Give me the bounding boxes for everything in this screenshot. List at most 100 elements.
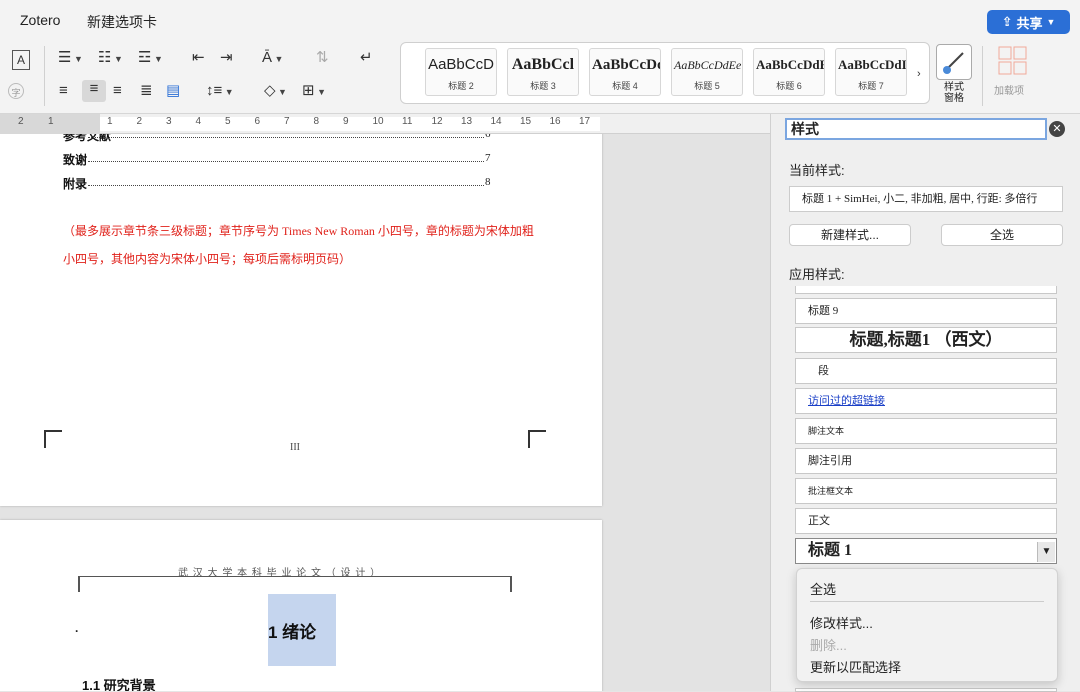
style-label: 标题 5 xyxy=(694,81,720,91)
ruler-tick: 11 xyxy=(402,116,413,127)
addins-label: 加载项 xyxy=(994,86,1024,97)
ruler-tick: 2 xyxy=(136,116,143,127)
tab-zotero[interactable]: Zotero xyxy=(20,12,60,28)
shading-icon[interactable]: ◇ ▼ xyxy=(264,82,287,101)
style-preview: AaBbCcDdE xyxy=(756,57,824,72)
ruler-tick: 1 xyxy=(48,116,54,127)
style-item[interactable]: 正文 xyxy=(795,508,1057,534)
style-preview: AaBbCcDdI xyxy=(838,57,906,72)
ruler-tick: 13 xyxy=(461,116,473,127)
style-label: 标题 6 xyxy=(776,81,802,91)
toc-title: 附录 xyxy=(63,177,88,191)
gallery-style-7[interactable]: AaBbCcDdI 标题 7 xyxy=(835,48,907,96)
ruler-tick: 16 xyxy=(549,116,561,127)
menu-item-update-to-match[interactable]: 更新以匹配选择 xyxy=(810,657,901,676)
style-item[interactable]: 批注框文本 xyxy=(795,478,1057,504)
gallery-style-5[interactable]: AaBbCcDdEe 标题 5 xyxy=(671,48,743,96)
style-item[interactable]: 标题 9 xyxy=(795,298,1057,324)
tab-new-tab[interactable]: 新建选项卡 xyxy=(87,12,157,32)
style-preview: AaBbCcl xyxy=(511,56,575,73)
style-label: 标题 3 xyxy=(530,81,556,91)
multilevel-list-icon[interactable]: ☲ ▼ xyxy=(138,49,163,68)
gallery-style-3[interactable]: AaBbCcl 标题 3 xyxy=(507,48,579,96)
document-area: 参考文献 6 致谢 7 附录 8 （最多展示章节条三级标题；章节序号为 Times New… xyxy=(0,134,770,691)
ruler-tick: 3 xyxy=(166,116,172,127)
sort-icon[interactable]: ⇅ xyxy=(316,49,329,67)
style-item[interactable]: 访问过的超链接 xyxy=(795,388,1057,414)
align-right-icon[interactable]: ≡ xyxy=(113,82,122,100)
distributed-icon[interactable]: ▤ xyxy=(166,82,180,100)
brush-icon xyxy=(943,52,964,74)
ruler-tick: 17 xyxy=(579,116,591,127)
style-preview: AaBbCcDdEe xyxy=(674,58,742,72)
current-style-label: 当前样式: xyxy=(789,163,845,178)
toc-page: 8 xyxy=(485,176,491,188)
ruler-tick: 7 xyxy=(284,116,290,127)
justify-icon[interactable]: ≣ xyxy=(140,82,153,100)
phonetic-guide-icon[interactable]: 字 xyxy=(8,83,24,99)
style-item[interactable]: 标题,标题1 （西文） xyxy=(795,327,1057,353)
chevron-down-icon[interactable]: ▼ xyxy=(1037,542,1055,562)
page-number: III xyxy=(290,442,300,453)
styles-pane-button[interactable] xyxy=(936,44,972,80)
chapter-heading[interactable]: 1 绪论 xyxy=(268,618,316,643)
style-item[interactable]: 脚注引用 xyxy=(795,448,1057,474)
context-menu: 全选 修改样式... 删除... 更新以匹配选择 xyxy=(796,568,1058,682)
share-button[interactable]: ⇪ 共享 ▼ xyxy=(987,10,1070,34)
toc-page: 6 xyxy=(485,134,491,140)
crop-mark xyxy=(528,430,546,448)
close-icon[interactable]: ✕ xyxy=(1049,121,1065,137)
toc-title: 致谢 xyxy=(63,153,88,167)
select-all-button[interactable]: 全选 xyxy=(941,224,1063,246)
ruler-tick: 8 xyxy=(313,116,320,127)
ruler-tick: 2 xyxy=(18,116,24,127)
title-bar: Zotero 新建选项卡 ⇪ 共享 ▼ xyxy=(0,0,1080,40)
style-item[interactable]: 脚注文本 xyxy=(795,418,1057,444)
toc-page: 7 xyxy=(485,152,491,164)
style-preview: AaBbCcDd xyxy=(592,57,660,73)
gallery-style-6[interactable]: AaBbCcDdE 标题 6 xyxy=(753,48,825,96)
line-spacing-icon[interactable]: ↕≡ ▼ xyxy=(206,82,234,101)
increase-indent-icon[interactable]: ⇥ xyxy=(220,49,233,67)
ruler-tick: 15 xyxy=(520,116,532,127)
ruler-tick: 12 xyxy=(431,116,443,127)
share-icon: ⇪ xyxy=(1001,14,1013,29)
ruler-tick: 9 xyxy=(343,116,349,127)
bullet-list-icon[interactable]: ☰ ▼ xyxy=(58,49,83,68)
toc-note: （最多展示章节条三级标题；章节序号为 Times New Roman 小四号，章… xyxy=(63,224,534,266)
style-gallery: AaBbCcD 标题 2 AaBbCcl 标题 3 AaBbCcDd 标题 4 AaBbCc… xyxy=(400,42,930,104)
ruler-tick: 1 xyxy=(107,116,113,127)
style-item[interactable]: 段 xyxy=(795,358,1057,384)
align-left-icon[interactable]: ≡ xyxy=(59,82,68,100)
menu-item-select-all[interactable]: 全选 xyxy=(810,579,836,598)
decrease-indent-icon[interactable]: ⇤ xyxy=(192,49,205,67)
style-preview: AaBbCcD xyxy=(428,56,494,73)
styles-pane-label: 样式 窗格 xyxy=(944,82,964,104)
menu-item-modify-style[interactable]: 修改样式... xyxy=(810,613,873,632)
ruler-tick: 6 xyxy=(254,116,261,127)
gallery-style-2[interactable]: AaBbCcD 标题 2 xyxy=(425,48,497,96)
ruler-tick: 10 xyxy=(372,116,384,127)
style-label: 标题 4 xyxy=(612,81,638,91)
ruler[interactable]: 2 1 1 2 3 4 5 6 7 8 9 10 11 12 13 14 15 16 17 xyxy=(0,114,770,134)
style-search-input[interactable]: 样式 xyxy=(785,118,1047,140)
section-heading[interactable]: 1.1 研究背景 xyxy=(82,675,156,691)
align-center-icon[interactable]: ≡ xyxy=(82,80,106,102)
gallery-style-4[interactable]: AaBbCcDd 标题 4 xyxy=(589,48,661,96)
page-chapter-1: 武 汉 大 学 本 科 毕 业 论 文 （ 设 计 ） 1 绪论 · 1.1 研… xyxy=(0,520,602,691)
gallery-scroll-icon[interactable]: › xyxy=(917,65,921,83)
page-toc: 参考文献 6 致谢 7 附录 8 （最多展示章节条三级标题；章节序号为 Times New… xyxy=(0,134,602,506)
show-marks-icon[interactable]: ↵ xyxy=(360,49,373,67)
apply-style-label: 应用样式: xyxy=(789,267,845,282)
text-direction-icon[interactable]: Ā ▼ xyxy=(262,49,283,68)
new-style-button[interactable]: 新建样式... xyxy=(789,224,911,246)
text-box-icon[interactable]: A xyxy=(12,50,30,70)
numbered-list-icon[interactable]: ☷ ▼ xyxy=(98,49,123,68)
ruler-tick: 4 xyxy=(195,116,202,127)
addins-icon[interactable] xyxy=(998,46,1028,76)
share-label: 共享 xyxy=(1016,15,1043,31)
current-style-value: 标题 1 + SimHei, 小二, 非加粗, 居中, 行距: 多倍行 xyxy=(789,186,1063,212)
style-item[interactable]: 标题 1 xyxy=(795,538,1057,564)
borders-icon[interactable]: ⊞ ▼ xyxy=(302,82,326,101)
crop-mark xyxy=(44,430,62,448)
